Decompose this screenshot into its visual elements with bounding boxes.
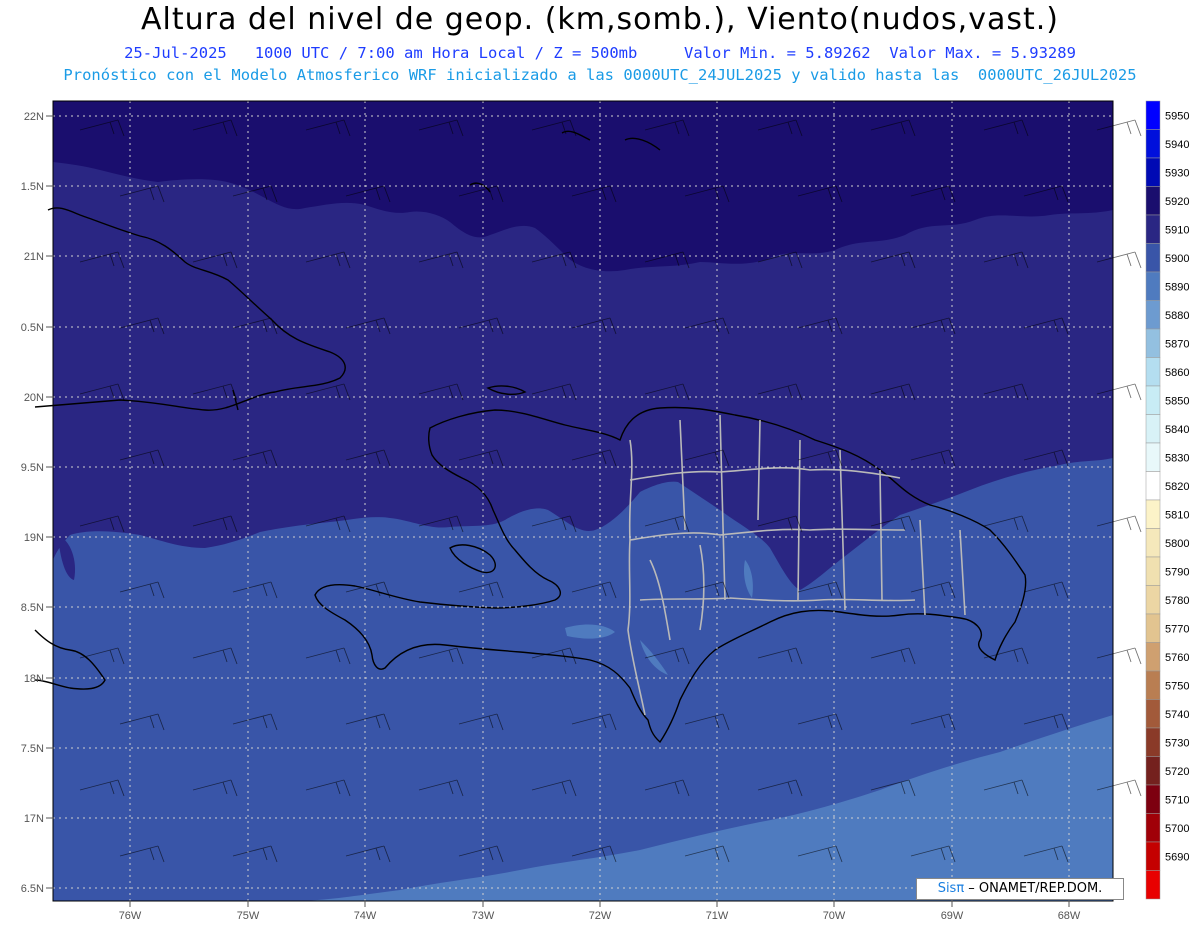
colorbar-swatch <box>1145 129 1161 159</box>
colorbar-label: 5900 <box>1165 253 1189 265</box>
colorbar-label: 5860 <box>1165 367 1189 379</box>
colorbar-label: 5920 <box>1165 196 1189 208</box>
colorbar-swatch <box>1145 642 1161 672</box>
lon-label: 76W <box>119 910 142 922</box>
colorbar: 5950 5940 5930 5920 5910 5900 5890 5880 5870 5860… <box>1145 100 1189 900</box>
colorbar-swatch <box>1145 414 1161 444</box>
colorbar-swatch <box>1145 813 1161 843</box>
colorbar-swatch <box>1145 870 1161 900</box>
colorbar-label: 5770 <box>1165 624 1189 636</box>
colorbar-swatch <box>1145 186 1161 216</box>
lat-label: 18N <box>24 673 44 685</box>
lat-label: 6.5N <box>21 883 44 895</box>
lon-label: 71W <box>706 910 729 922</box>
colorbar-label: 5820 <box>1165 481 1189 493</box>
lon-label: 73W <box>472 910 495 922</box>
lon-label: 72W <box>589 910 612 922</box>
lon-label: 74W <box>354 910 377 922</box>
colorbar-label: 5730 <box>1165 738 1189 750</box>
colorbar-swatch <box>1145 328 1161 358</box>
colorbar-label: 5910 <box>1165 225 1189 237</box>
colorbar-swatch <box>1145 499 1161 529</box>
colorbar-swatch <box>1145 214 1161 244</box>
colorbar-swatch <box>1145 357 1161 387</box>
lon-label: 69W <box>941 910 964 922</box>
lat-label: 0.5N <box>21 322 44 334</box>
lat-label: 7.5N <box>21 743 44 755</box>
colorbar-label: 5700 <box>1165 823 1189 835</box>
colorbar-label: 5800 <box>1165 538 1189 550</box>
lat-label: 1.5N <box>21 181 44 193</box>
colorbar-label: 5740 <box>1165 709 1189 721</box>
credit-org: – ONAMET/REP.DOM. <box>964 881 1103 896</box>
colorbar-label: 5890 <box>1165 282 1189 294</box>
colorbar-label: 5850 <box>1165 396 1189 408</box>
colorbar-swatch <box>1145 300 1161 330</box>
colorbar-label: 5930 <box>1165 168 1189 180</box>
lat-label: 17N <box>24 813 44 825</box>
lon-axis: 76W 75W 74W 73W 72W 71W 70W 69W 68W <box>119 910 1081 922</box>
colorbar-label: 5710 <box>1165 795 1189 807</box>
colorbar-label: 5810 <box>1165 510 1189 522</box>
colorbar-swatch <box>1145 841 1161 871</box>
colorbar-swatch <box>1145 243 1161 273</box>
colorbar-label: 5950 <box>1165 111 1189 123</box>
colorbar-swatch <box>1145 471 1161 501</box>
credit-box: Sisπ – ONAMET/REP.DOM. <box>916 878 1124 900</box>
lon-label: 68W <box>1058 910 1081 922</box>
colorbar-label: 5870 <box>1165 339 1189 351</box>
lat-axis: 22N 1.5N 21N 0.5N 20N 9.5N 19N 8.5N 18N … <box>21 111 44 895</box>
lat-label: 20N <box>24 392 44 404</box>
colorbar-label: 5830 <box>1165 453 1189 465</box>
colorbar-swatch <box>1145 727 1161 757</box>
colorbar-label: 5940 <box>1165 139 1189 151</box>
colorbar-swatch <box>1145 756 1161 786</box>
lat-label: 8.5N <box>21 602 44 614</box>
colorbar-swatch <box>1145 100 1161 130</box>
lat-label: 22N <box>24 111 44 123</box>
colorbar-label: 5790 <box>1165 567 1189 579</box>
lon-label: 75W <box>237 910 260 922</box>
colorbar-swatch <box>1145 385 1161 415</box>
colorbar-swatch <box>1145 670 1161 700</box>
colorbar-label: 5880 <box>1165 310 1189 322</box>
map-canvas: 22N 1.5N 21N 0.5N 20N 9.5N 19N 8.5N 18N … <box>21 100 1189 922</box>
colorbar-swatch <box>1145 556 1161 586</box>
colorbar-swatch <box>1145 585 1161 615</box>
lon-label: 70W <box>823 910 846 922</box>
colorbar-swatch <box>1145 784 1161 814</box>
colorbar-label: 5840 <box>1165 424 1189 436</box>
colorbar-swatch <box>1145 528 1161 558</box>
lat-label: 21N <box>24 251 44 263</box>
colorbar-swatch <box>1145 613 1161 643</box>
colorbar-swatch <box>1145 157 1161 187</box>
colorbar-label: 5720 <box>1165 766 1189 778</box>
colorbar-label: 5760 <box>1165 652 1189 664</box>
colorbar-swatch <box>1145 699 1161 729</box>
colorbar-label: 5780 <box>1165 595 1189 607</box>
lat-label: 9.5N <box>21 462 44 474</box>
sispi-logo: Sisπ <box>937 881 965 896</box>
colorbar-label: 5690 <box>1165 852 1189 864</box>
colorbar-swatch <box>1145 442 1161 472</box>
colorbar-swatch <box>1145 271 1161 301</box>
lat-label: 19N <box>24 532 44 544</box>
colorbar-label: 5750 <box>1165 681 1189 693</box>
